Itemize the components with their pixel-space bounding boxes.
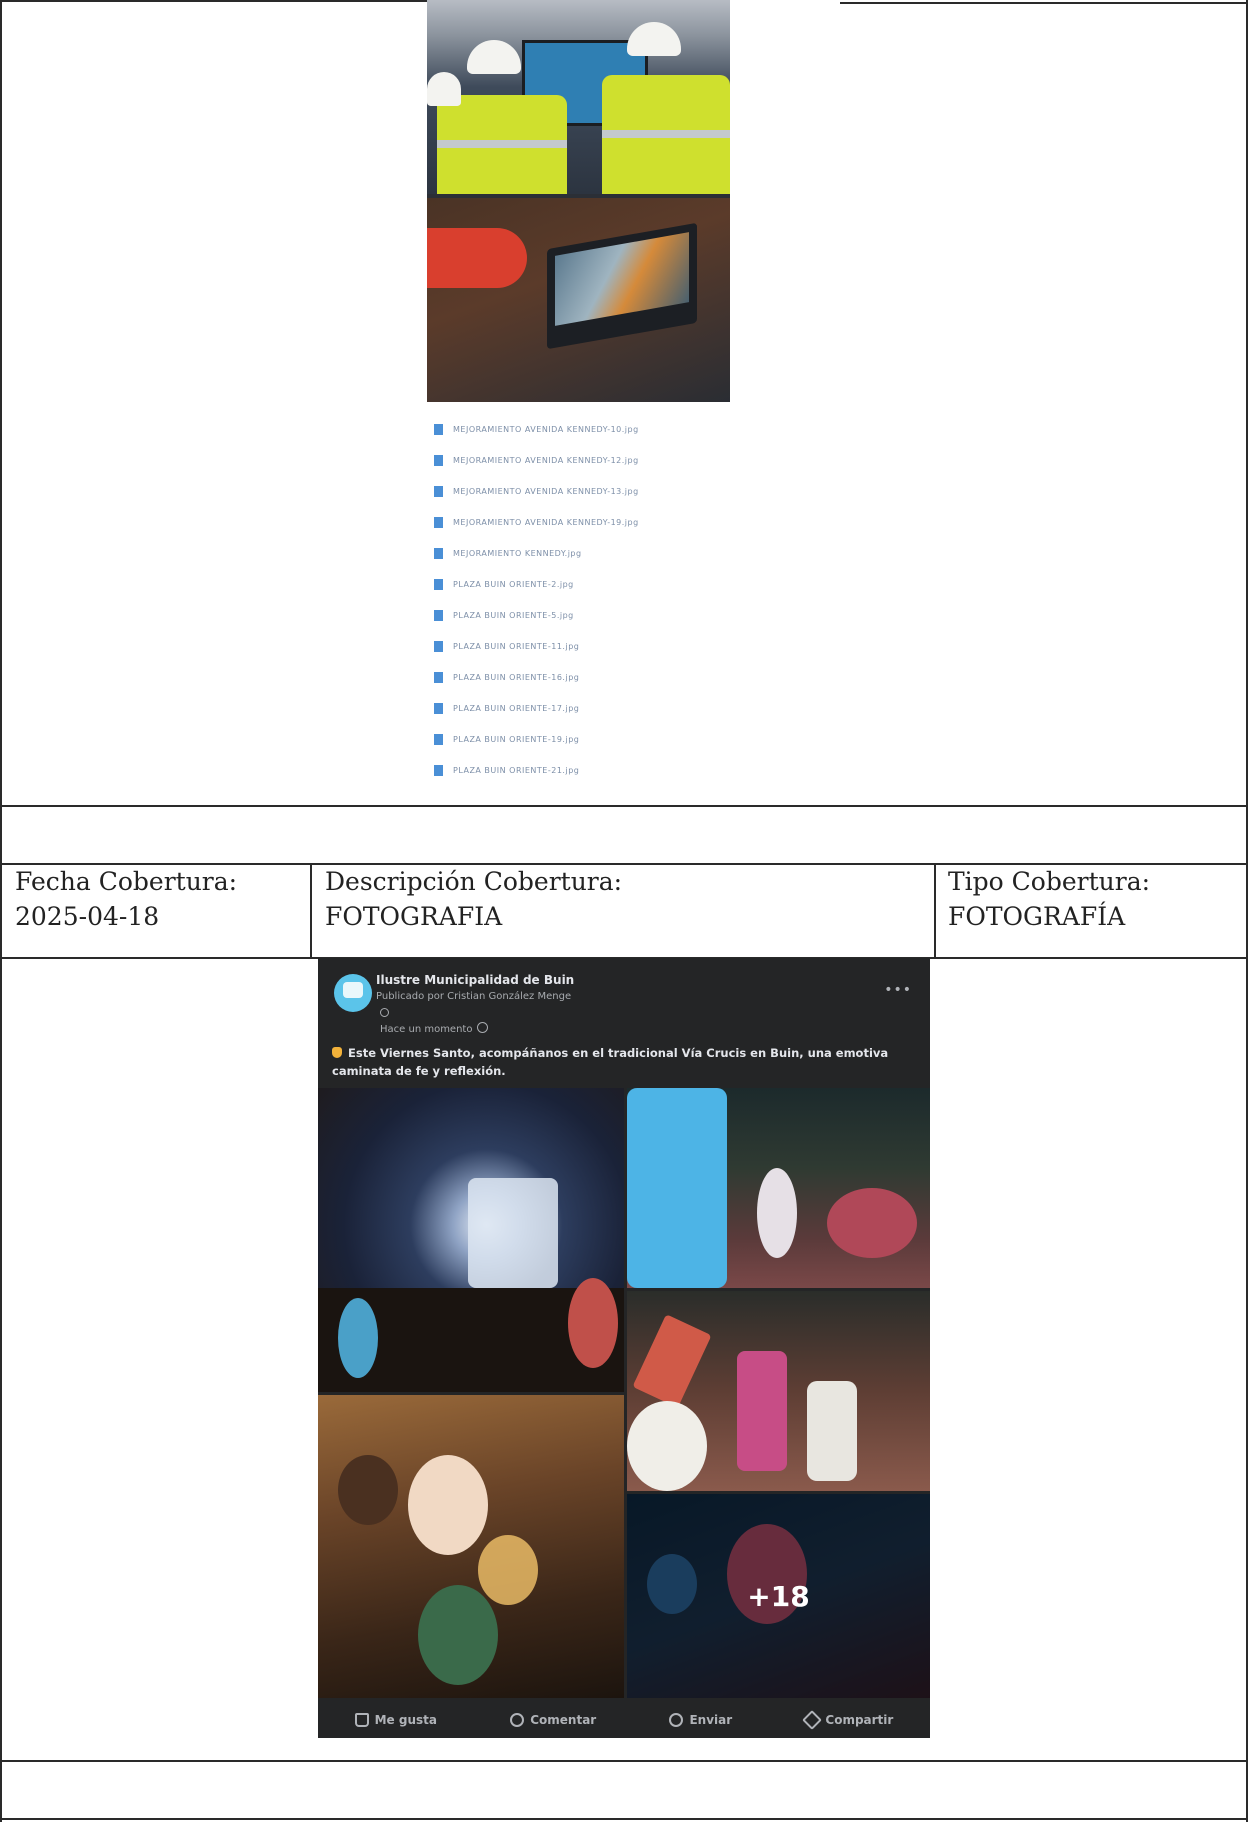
whatsapp-icon <box>669 1713 684 1727</box>
list-item[interactable]: MEJORAMIENTO AVENIDA KENNEDY-19.jpg <box>430 507 730 538</box>
list-item[interactable]: PLAZA BUIN ORIENTE-5.jpg <box>430 600 730 631</box>
more-options-icon[interactable]: ••• <box>884 982 912 998</box>
table-border-left <box>0 0 2 1822</box>
tipo-cell: Tipo Cobertura: FOTOGRAFÍA <box>948 864 1150 934</box>
table-border-top-left <box>0 0 428 2</box>
image-file-icon <box>434 641 443 652</box>
tipo-label: Tipo Cobertura: <box>948 867 1151 896</box>
more-photos-count[interactable]: +18 <box>627 1494 930 1698</box>
image-file-icon <box>434 424 443 435</box>
photo-grid: +18 <box>318 1088 930 1698</box>
table-col-divider <box>310 863 312 959</box>
post-time: Hace un momento <box>380 1022 489 1035</box>
laptop-photo <box>427 198 730 402</box>
table-row-divider <box>0 1760 1248 1762</box>
descripcion-value: FOTOGRAFIA <box>325 902 503 931</box>
fecha-value: 2025-04-18 <box>15 902 160 931</box>
candles-photo[interactable] <box>318 1395 624 1698</box>
construction-photo-screenshot <box>427 0 730 402</box>
list-item[interactable]: PLAZA BUIN ORIENTE-11.jpg <box>430 631 730 662</box>
table-row-divider <box>0 1818 1248 1820</box>
list-item[interactable]: PLAZA BUIN ORIENTE-19.jpg <box>430 724 730 755</box>
share-icon <box>802 1710 823 1730</box>
image-file-icon <box>434 610 443 621</box>
list-item[interactable]: PLAZA BUIN ORIENTE-21.jpg <box>430 755 730 786</box>
image-file-icon <box>434 765 443 776</box>
workers-photo <box>427 0 730 194</box>
status-dot-icon <box>380 1008 389 1017</box>
priests-photo[interactable] <box>627 1291 930 1491</box>
image-file-icon <box>434 548 443 559</box>
image-file-icon <box>434 672 443 683</box>
list-item[interactable]: PLAZA BUIN ORIENTE-16.jpg <box>430 662 730 693</box>
send-button[interactable]: Enviar <box>669 1713 732 1727</box>
list-item[interactable]: PLAZA BUIN ORIENTE-17.jpg <box>430 693 730 724</box>
list-item[interactable]: MEJORAMIENTO AVENIDA KENNEDY-12.jpg <box>430 445 730 476</box>
church-photo[interactable] <box>318 1088 624 1392</box>
descripcion-label: Descripción Cobertura: <box>325 867 623 896</box>
fecha-cell: Fecha Cobertura: 2025-04-18 <box>15 864 237 934</box>
table-row-divider <box>0 805 1248 807</box>
comment-button[interactable]: Comentar <box>510 1713 596 1727</box>
fecha-label: Fecha Cobertura: <box>15 867 238 896</box>
post-actions: Me gusta Comentar Enviar Compartir <box>318 1702 930 1738</box>
table-border-top-right <box>840 2 1248 4</box>
image-file-icon <box>434 579 443 590</box>
praying-hands-icon <box>332 1047 342 1058</box>
list-item[interactable]: MEJORAMIENTO KENNEDY.jpg <box>430 538 730 569</box>
list-item[interactable]: MEJORAMIENTO AVENIDA KENNEDY-10.jpg <box>430 414 730 445</box>
post-text: Este Viernes Santo, acompáñanos en el tr… <box>332 1046 889 1078</box>
image-file-icon <box>434 734 443 745</box>
file-list: MEJORAMIENTO AVENIDA KENNEDY-10.jpg MEJO… <box>430 414 730 786</box>
list-item[interactable]: PLAZA BUIN ORIENTE-2.jpg <box>430 569 730 600</box>
image-file-icon <box>434 703 443 714</box>
descripcion-cell: Descripción Cobertura: FOTOGRAFIA <box>325 864 622 934</box>
thumbs-up-icon <box>354 1713 369 1727</box>
table-col-divider <box>934 863 936 959</box>
image-file-icon <box>434 455 443 466</box>
list-item[interactable]: MEJORAMIENTO AVENIDA KENNEDY-13.jpg <box>430 476 730 507</box>
page-name[interactable]: Ilustre Municipalidad de Buin <box>376 973 574 987</box>
like-button[interactable]: Me gusta <box>354 1713 437 1727</box>
page-avatar[interactable] <box>334 974 372 1012</box>
image-file-icon <box>434 486 443 497</box>
globe-icon <box>477 1022 489 1033</box>
image-file-icon <box>434 517 443 528</box>
published-by: Publicado por Cristian González Menge <box>376 991 572 1002</box>
tipo-value: FOTOGRAFÍA <box>948 902 1126 931</box>
comment-icon <box>510 1713 525 1727</box>
procession-photo[interactable] <box>627 1088 930 1288</box>
facebook-post: Ilustre Municipalidad de Buin Publicado … <box>318 958 930 1738</box>
share-button[interactable]: Compartir <box>802 1710 893 1730</box>
